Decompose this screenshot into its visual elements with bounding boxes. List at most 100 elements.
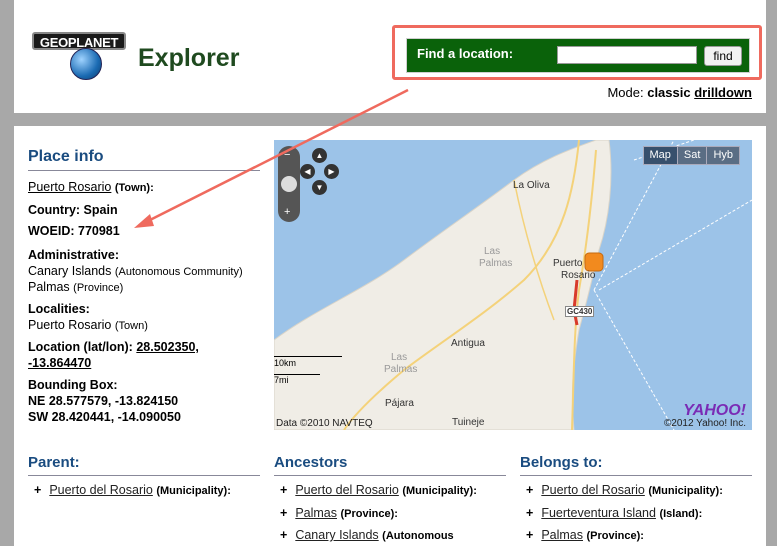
geoplanet-logo[interactable]: GEOPLANET [32,32,126,84]
belongs-item-link[interactable]: Puerto del Rosario [541,483,645,497]
belongs-item-link[interactable]: Palmas [541,528,583,542]
scale-mi: 7mi [274,375,289,385]
bbox-sw: SW 28.420441, -14.090050 [28,410,181,424]
mode-line: Mode: classic drilldown [607,85,752,100]
mode-current: classic [647,85,691,100]
map-yahoo-copyright: ©2012 Yahoo! Inc. [663,418,746,429]
logo-text: GEOPLANET [32,32,126,50]
search-input[interactable] [557,46,697,64]
zoom-out-icon[interactable]: − [284,149,290,161]
localities-label: Localities: [28,302,90,316]
expand-icon[interactable]: + [280,528,287,542]
pan-right-icon[interactable]: ▶ [324,164,339,179]
belongs-item-type: (Island): [659,508,703,520]
find-button[interactable]: find [704,46,742,66]
zoom-in-icon[interactable]: + [284,206,290,218]
place-info-heading: Place info [28,148,260,171]
scale-km: 10km [274,358,297,368]
bbox-ne: NE 28.577579, -13.824150 [28,394,179,408]
zoom-slider-knob[interactable] [281,176,297,192]
search-box: Find a location: find [406,38,750,73]
map-view[interactable]: La Oliva Las Palmas Puerto Rosario Las P… [274,140,752,430]
expand-icon[interactable]: + [526,483,533,497]
map-label-palmas-1: Palmas [479,258,513,269]
admin2-row: Palmas (Province) [28,280,123,294]
ancestor-item-link[interactable]: Puerto del Rosario [295,483,399,497]
map-label-las-1: Las [484,246,501,257]
expand-icon[interactable]: + [280,483,287,497]
expand-icon[interactable]: + [526,506,533,520]
map-type-sat[interactable]: Sat [676,146,708,165]
map-scale: 10km 7mi [274,356,344,385]
place-name-link[interactable]: Puerto Rosario [28,180,111,194]
map-type-map[interactable]: Map [642,146,678,165]
parent-item-link[interactable]: Puerto del Rosario [49,483,153,497]
belongs-item: + Palmas (Province): [526,528,644,542]
ancestor-item-type: (Autonomous [382,530,454,542]
parent-item-type: (Municipality): [156,485,231,497]
map-type-switcher: Map Sat Hyb [642,146,740,165]
location-label: Location (lat/lon): [28,340,133,354]
map-label-pajara: Pájara [385,398,414,409]
map-label-tuineje: Tuineje [452,417,485,428]
map-label-las-2: Las [391,352,408,363]
ferry-line-4 [593,289,675,430]
search-label: Find a location: [417,46,514,61]
map-label-puerto: Puerto [553,258,583,269]
parent-heading: Parent: [28,454,260,476]
location-value-link-1[interactable]: 28.502350, [136,340,199,354]
mode-drilldown-link[interactable]: drilldown [694,85,752,100]
belongs-item-type: (Province): [586,530,644,542]
expand-icon[interactable]: + [526,528,533,542]
globe-icon [70,48,102,80]
belongs-item-link[interactable]: Fuerteventura Island [541,506,656,520]
ancestor-item: + Canary Islands (Autonomous [280,528,454,542]
map-label-rosario: Rosario [561,270,596,281]
woeid-text: WOEID: 770981 [28,224,120,238]
header-panel: GEOPLANET Explorer Find a location: find… [14,0,766,113]
place-name-row: Puerto Rosario (Town): [28,180,154,194]
map-label-gc430: GC430 [565,306,595,317]
map-type-hyb[interactable]: Hyb [706,146,740,165]
bbox-label: Bounding Box: [28,378,118,392]
admin1-row: Canary Islands (Autonomous Community) [28,264,243,278]
map-marker [584,252,604,272]
pan-up-icon[interactable]: ▲ [312,148,327,163]
location-value-link-2[interactable]: -13.864470 [28,356,91,370]
belongs-heading: Belongs to: [520,454,752,476]
expand-icon[interactable]: + [34,483,41,497]
bbox-ne-row: NE 28.577579, -13.824150 [28,394,178,408]
expand-icon[interactable]: + [280,506,287,520]
admin2-name: Palmas [28,280,70,294]
map-label-antigua: Antigua [451,338,485,349]
admin1-name: Canary Islands [28,264,112,278]
country-text: Country: Spain [28,203,118,217]
map-label-la-oliva: La Oliva [513,180,550,191]
belongs-item: + Fuerteventura Island (Island): [526,506,702,520]
localities-label-text: Localities: [28,302,90,316]
app-title: Explorer [138,44,240,72]
location-row: Location (lat/lon): 28.502350, [28,340,199,354]
ancestor-item-type: (Province): [340,508,398,520]
belongs-item: + Puerto del Rosario (Municipality): [526,483,723,497]
ancestor-item-link[interactable]: Palmas [295,506,337,520]
zoom-slider[interactable]: − + [278,146,300,222]
ancestor-item: + Palmas (Province): [280,506,398,520]
ferry-line-3 [598,199,752,291]
admin-label: Administrative: [28,248,119,262]
bbox-sw-row: SW 28.420441, -14.090050 [28,410,181,424]
pan-left-icon[interactable]: ◀ [300,164,315,179]
ancestor-item-link[interactable]: Canary Islands [295,528,378,542]
main-panel: Place info Puerto Rosario (Town): Countr… [14,126,766,546]
admin-label-text: Administrative: [28,248,119,262]
ancestor-item: + Puerto del Rosario (Municipality): [280,483,477,497]
locality-name: Puerto Rosario [28,318,112,332]
locality-type: (Town) [114,320,148,332]
location-row-2: -13.864470 [28,356,91,370]
country-row: Country: Spain [28,203,118,217]
admin1-type: (Autonomous Community) [114,266,243,278]
pan-down-icon[interactable]: ▼ [312,180,327,195]
parent-item: + Puerto del Rosario (Municipality): [34,483,231,497]
belongs-item-type: (Municipality): [648,485,723,497]
map-data-copyright: Data ©2010 NAVTEQ [276,418,373,429]
